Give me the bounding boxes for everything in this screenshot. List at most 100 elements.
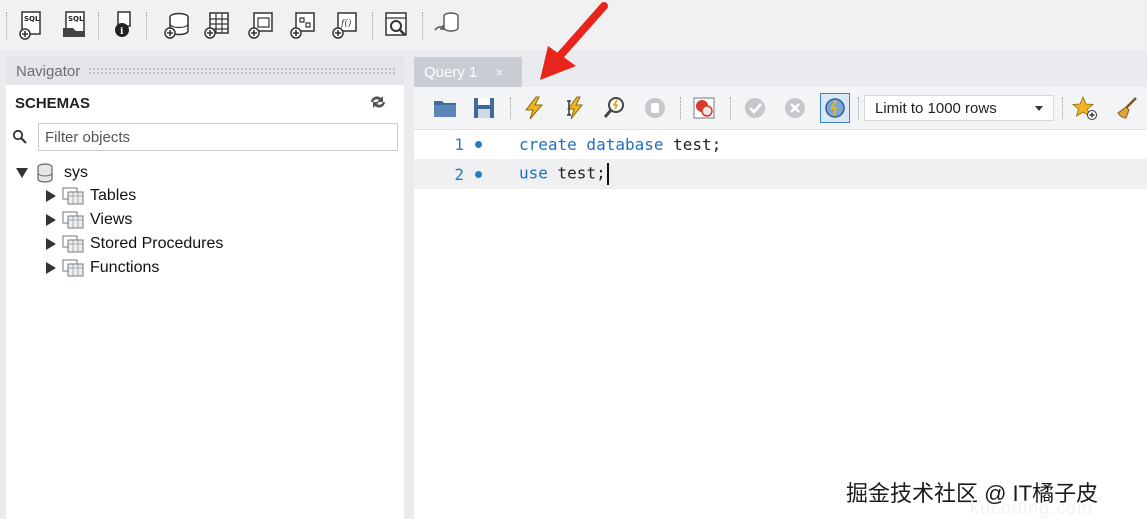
- tree-schema-sys[interactable]: sys: [16, 162, 88, 184]
- code-text[interactable]: create database test;: [519, 135, 721, 154]
- info-icon: i: [115, 11, 131, 37]
- beautify-button[interactable]: [1112, 93, 1142, 123]
- procedure-plus-icon: [290, 12, 315, 39]
- database-reconnect-icon: [434, 12, 459, 32]
- toolbar-separator: [98, 12, 100, 40]
- statement-marker-icon: [475, 170, 482, 178]
- tab-query-1[interactable]: Query 1 ×: [414, 57, 522, 87]
- schema-name: sys: [64, 164, 88, 181]
- open-sql-file-icon: SQL: [63, 11, 85, 37]
- checkmark-icon: [745, 98, 765, 118]
- create-table-button[interactable]: [200, 8, 234, 42]
- rollback-button[interactable]: [780, 93, 810, 123]
- chevron-down-icon: [1035, 106, 1043, 111]
- code-rest: test;: [663, 134, 722, 154]
- tree-item-stored-procedures[interactable]: Stored Procedures: [46, 233, 223, 255]
- keyword: use: [519, 163, 548, 183]
- tables-folder-icon: [62, 187, 84, 205]
- lightning-cursor-icon: [567, 96, 584, 120]
- svg-text:f(): f(): [340, 18, 352, 29]
- reconnect-button[interactable]: [430, 8, 464, 42]
- expand-arrow-icon[interactable]: [46, 262, 56, 274]
- navigator-panel: Navigator SCHEMAS sys Tables Views Store…: [6, 57, 404, 519]
- save-button[interactable]: [469, 93, 499, 123]
- svg-text:SQL: SQL: [68, 15, 84, 23]
- new-sql-tab-button[interactable]: SQL: [14, 8, 48, 42]
- toolbar-separator: [858, 97, 860, 119]
- toolbar-separator: [422, 12, 424, 40]
- limit-rows-value: Limit to 1000 rows: [875, 99, 997, 117]
- open-file-button[interactable]: [430, 93, 460, 123]
- statement-marker-icon: [475, 140, 482, 148]
- code-line-2[interactable]: 2 use test;: [414, 159, 1147, 189]
- toolbar-separator: [680, 97, 682, 119]
- function-plus-icon: f(): [332, 12, 357, 39]
- expand-arrow-icon[interactable]: [46, 238, 56, 250]
- tree-item-label: Views: [90, 211, 133, 228]
- filter-row: [12, 123, 402, 153]
- tree-item-label: Functions: [90, 259, 160, 276]
- open-sql-script-button[interactable]: SQL: [58, 8, 92, 42]
- keyword: create database: [519, 134, 664, 154]
- explain-button[interactable]: [600, 93, 630, 123]
- tab-label: Query 1: [424, 63, 478, 81]
- new-sql-file-icon: SQL: [19, 11, 41, 40]
- inspector-button[interactable]: i: [106, 8, 140, 42]
- navigator-title: Navigator: [16, 62, 81, 80]
- collapse-arrow-icon[interactable]: [16, 168, 28, 178]
- stop-button[interactable]: [640, 93, 670, 123]
- table-plus-icon: [204, 12, 229, 39]
- execute-current-statement-button[interactable]: [559, 93, 589, 123]
- broom-icon: [1117, 97, 1137, 119]
- svg-text:i: i: [120, 27, 124, 37]
- toolbar-separator: [372, 12, 374, 40]
- filter-objects-input[interactable]: [38, 123, 398, 151]
- create-procedure-button[interactable]: [286, 8, 320, 42]
- schemas-heading: SCHEMAS: [15, 95, 91, 112]
- tree-item-views[interactable]: Views: [46, 209, 132, 231]
- header-grip[interactable]: [88, 67, 396, 75]
- database-icon: [37, 163, 53, 183]
- tree-item-tables[interactable]: Tables: [46, 185, 136, 207]
- watermark-subtext: kucoding.com: [970, 498, 1094, 518]
- limit-rows-select[interactable]: Limit to 1000 rows: [864, 95, 1054, 121]
- database-plus-icon: [164, 12, 189, 39]
- add-snippet-button[interactable]: [1070, 93, 1100, 123]
- code-line-1[interactable]: 1 create database test;: [414, 129, 1147, 159]
- line-number: 2: [454, 164, 464, 184]
- expand-arrow-icon[interactable]: [46, 190, 56, 202]
- red-arrow-annotation: [540, 2, 608, 80]
- toolbar-separator: [146, 12, 148, 40]
- tree-item-functions[interactable]: Functions: [46, 257, 159, 279]
- create-view-button[interactable]: [244, 8, 278, 42]
- commit-button[interactable]: [740, 93, 770, 123]
- view-plus-icon: [248, 12, 273, 39]
- search-icon: [12, 129, 27, 144]
- create-schema-button[interactable]: [160, 8, 194, 42]
- toolbar-separator: [1062, 97, 1064, 119]
- procedures-folder-icon: [62, 235, 84, 253]
- close-icon[interactable]: ×: [495, 64, 503, 80]
- search-table-data-button[interactable]: [380, 8, 414, 42]
- stop-hand-icon: [645, 98, 665, 118]
- navigator-header: Navigator: [6, 57, 404, 85]
- line-number: 1: [454, 134, 464, 154]
- table-search-icon: [385, 12, 407, 36]
- stop-on-error-icon: [693, 97, 715, 119]
- text-caret: [606, 163, 609, 185]
- stop-on-error-button[interactable]: [689, 93, 719, 123]
- save-icon: [474, 98, 494, 118]
- toolbar-separator: [730, 97, 732, 119]
- cross-icon: [785, 98, 805, 118]
- code-rest: test;: [547, 163, 606, 183]
- code-text[interactable]: use test;: [519, 163, 609, 185]
- create-function-button[interactable]: f(): [328, 8, 362, 42]
- expand-arrow-icon[interactable]: [46, 214, 56, 226]
- execute-button[interactable]: [519, 93, 549, 123]
- magnifier-lightning-icon: [603, 97, 624, 118]
- autocommit-icon: [825, 98, 845, 118]
- folder-icon: [434, 101, 456, 117]
- tree-item-label: Tables: [90, 187, 137, 204]
- refresh-icon[interactable]: [368, 93, 388, 111]
- autocommit-toggle[interactable]: [820, 93, 850, 123]
